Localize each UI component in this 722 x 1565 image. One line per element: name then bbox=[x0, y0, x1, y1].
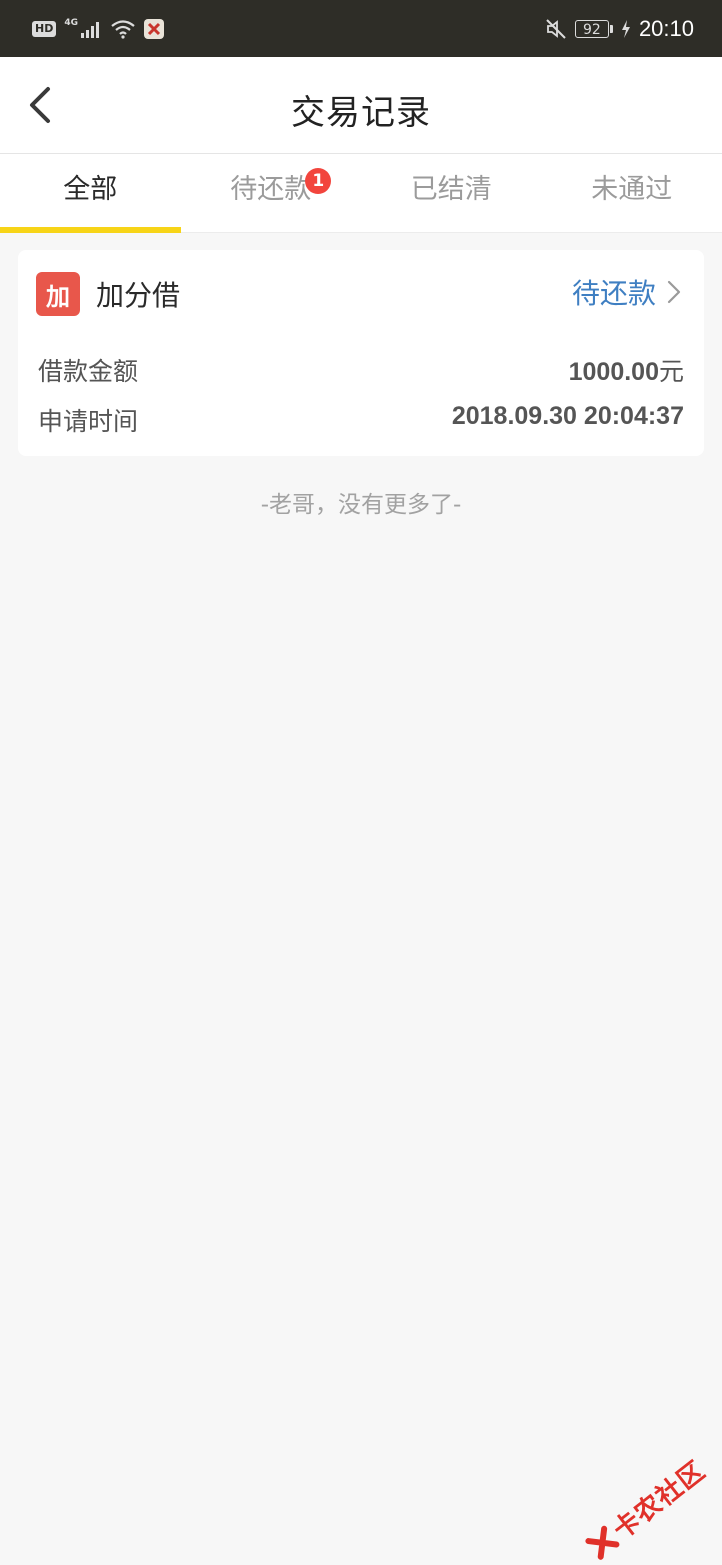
watermark: 卡农社区 bbox=[580, 1451, 712, 1565]
battery-icon: 92 bbox=[575, 20, 613, 38]
chevron-right-icon bbox=[666, 279, 682, 305]
tab-all[interactable]: 全部 bbox=[0, 154, 181, 232]
amount-label: 借款金额 bbox=[38, 352, 138, 388]
product-logo-icon: 加 bbox=[36, 272, 80, 316]
page-title: 交易记录 bbox=[0, 85, 722, 134]
amount-number: 1000.00 bbox=[569, 358, 659, 386]
status-link[interactable]: 待还款 bbox=[572, 272, 682, 312]
mute-icon bbox=[545, 18, 567, 40]
amount-value: 1000.00元 bbox=[569, 352, 684, 388]
hd-icon: HD bbox=[32, 21, 56, 37]
signal-icon bbox=[80, 20, 102, 38]
charging-icon bbox=[621, 20, 631, 38]
status-bar: HD 4G 92 20:1 bbox=[0, 0, 722, 57]
app-notification-icon bbox=[144, 19, 164, 39]
battery-level: 92 bbox=[575, 20, 609, 38]
transaction-card[interactable]: 加 加分借 待还款 借款金额 1000.00元 申请时间 2018.09.30 … bbox=[18, 250, 704, 456]
tab-label: 已结清 bbox=[411, 154, 492, 226]
product-name: 加分借 bbox=[96, 274, 180, 314]
status-left-group: HD 4G bbox=[32, 17, 164, 41]
end-of-list-text: -老哥，没有更多了- bbox=[0, 485, 722, 519]
wifi-icon bbox=[110, 19, 136, 39]
watermark-text: 卡农社区 bbox=[604, 1451, 712, 1547]
amount-unit: 元 bbox=[659, 358, 684, 386]
clock-time: 20:10 bbox=[639, 16, 694, 42]
tab-label-text: 待还款 bbox=[230, 174, 311, 205]
nav-header: 交易记录 bbox=[0, 57, 722, 154]
status-right-group: 92 20:10 bbox=[545, 14, 694, 44]
tab-bar: 全部 待还款 1 已结清 未通过 bbox=[0, 154, 722, 233]
tab-label: 待还款 1 bbox=[230, 154, 311, 226]
tab-label: 未通过 bbox=[591, 154, 672, 226]
record-status: 待还款 bbox=[572, 272, 656, 312]
tab-pending-repayment[interactable]: 待还款 1 bbox=[181, 154, 362, 232]
tab-label: 全部 bbox=[63, 154, 117, 226]
apply-time-value: 2018.09.30 20:04:37 bbox=[452, 402, 684, 431]
tab-settled[interactable]: 已结清 bbox=[361, 154, 542, 232]
apply-time-label: 申请时间 bbox=[38, 402, 138, 438]
tab-rejected[interactable]: 未通过 bbox=[542, 154, 722, 232]
notification-badge: 1 bbox=[305, 168, 331, 194]
network-type-label: 4G bbox=[64, 18, 78, 28]
